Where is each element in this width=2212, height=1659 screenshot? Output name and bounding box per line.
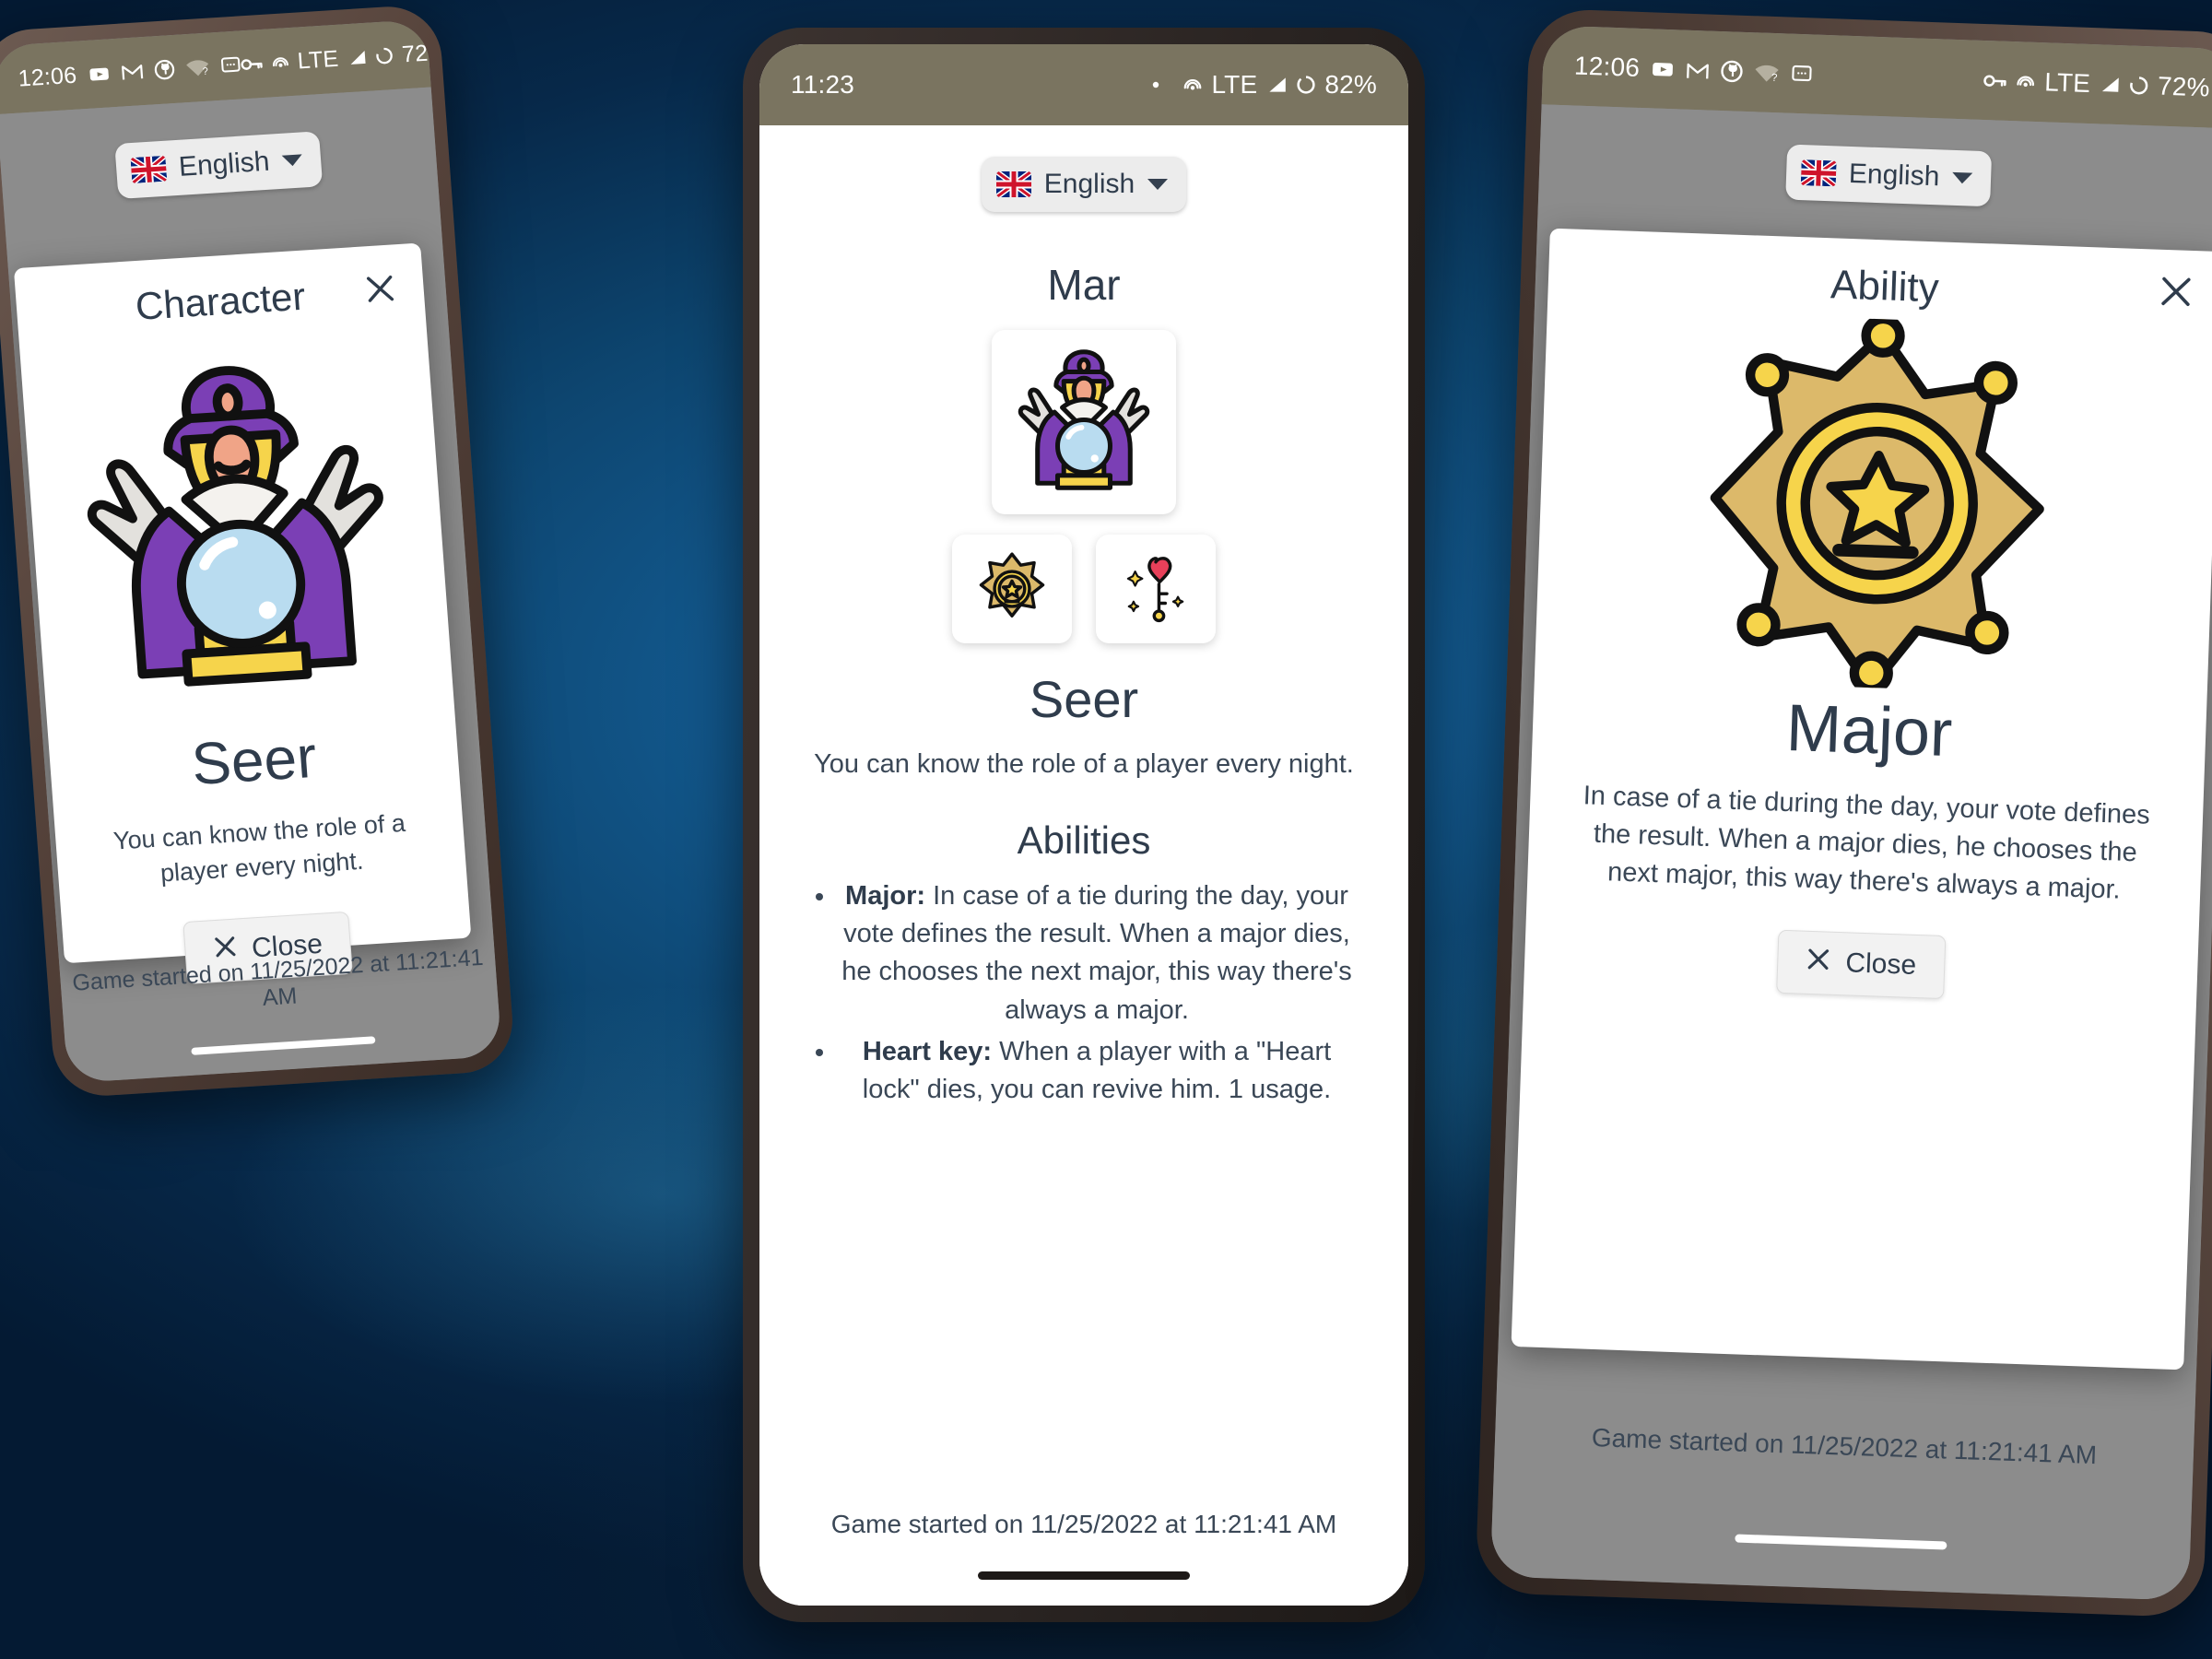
phone-right: 12:06 ? LTE 72% English Ability Major In… xyxy=(1475,7,2212,1618)
close-icon[interactable] xyxy=(356,265,406,313)
phone-left: 12:06 ? LTE 72% English Character Seer Y… xyxy=(0,3,516,1100)
cast-icon xyxy=(2016,72,2037,91)
role-description: You can know the role of a player every … xyxy=(112,808,406,888)
phone-right-screen: 12:06 ? LTE 72% English Ability Major In… xyxy=(1489,25,2212,1601)
svg-text:?: ? xyxy=(1771,72,1778,82)
youtube-icon xyxy=(87,62,111,85)
home-indicator[interactable] xyxy=(191,1036,376,1055)
role-description: You can know the role of a player every … xyxy=(814,749,1354,779)
role-name: Seer xyxy=(189,723,319,798)
ability-dialog: Ability Major In case of a tie during th… xyxy=(1511,228,2212,1371)
vpn-key-icon xyxy=(1983,72,2008,88)
close-icon[interactable] xyxy=(2150,265,2202,317)
sheriff-star-illustration xyxy=(1687,312,2068,695)
ability-tile-heart-key[interactable] xyxy=(1096,535,1216,643)
heart-key-icon xyxy=(1126,557,1184,623)
chat-icon xyxy=(1791,64,1814,84)
status-time: 11:23 xyxy=(791,70,854,99)
list-item: Heart key: When a player with a "Heart l… xyxy=(837,1033,1357,1109)
ability-tile-major[interactable] xyxy=(952,535,1072,643)
page-title: Mar xyxy=(1047,261,1121,309)
chevron-down-icon xyxy=(1952,171,1973,184)
vpn-key-icon xyxy=(240,56,263,72)
ability-name: Heart key: xyxy=(862,1036,993,1066)
phone-center-screen: 11:23 LTE 82% English Mar Seer You can k… xyxy=(759,44,1408,1606)
phone-center: 11:23 LTE 82% English Mar Seer You can k… xyxy=(743,28,1425,1622)
phone-left-screen: 12:06 ? LTE 72% English Character Seer Y… xyxy=(0,18,502,1084)
language-selector[interactable]: English xyxy=(1784,144,1993,207)
signal-icon xyxy=(2099,75,2122,94)
youtube-icon xyxy=(1651,56,1676,81)
language-label: English xyxy=(177,146,271,182)
character-dialog: Character Seer You can know the role of … xyxy=(13,242,472,984)
game-started-note: Game started on 11/25/2022 at 11:21:41 A… xyxy=(1591,1423,2098,1470)
home-indicator[interactable] xyxy=(1735,1534,1947,1550)
status-time: 12:06 xyxy=(1573,51,1641,82)
network-type-label: LTE xyxy=(296,45,340,75)
battery-icon xyxy=(2129,75,2150,96)
battery-percent: 82% xyxy=(1324,70,1377,99)
network-type-label: LTE xyxy=(1211,70,1258,99)
role-image-tile[interactable] xyxy=(992,330,1176,514)
battery-percent: 72% xyxy=(2157,71,2211,102)
signal-icon xyxy=(1265,76,1288,94)
signal-icon xyxy=(347,49,368,66)
chat-icon xyxy=(219,55,241,75)
language-selector[interactable]: English xyxy=(114,131,324,200)
list-item: Major: In case of a tie during the day, … xyxy=(837,877,1357,1030)
close-button-label: Close xyxy=(1844,947,1917,981)
cast-icon xyxy=(270,53,289,71)
github-icon xyxy=(153,59,175,80)
close-button[interactable]: Close xyxy=(1776,929,1947,999)
abilities-list: Major: In case of a tie during the day, … xyxy=(837,877,1357,1109)
seer-illustration xyxy=(49,335,426,724)
wifi-question-icon: ? xyxy=(184,58,209,78)
ability-name: Major: xyxy=(845,881,926,911)
cast-icon xyxy=(1182,76,1203,94)
game-started-note: Game started on 11/25/2022 at 11:21:41 A… xyxy=(830,1510,1337,1538)
role-description: In case of a tie during the day, your vo… xyxy=(1583,781,2151,906)
language-label: English xyxy=(1848,158,1940,193)
dot-icon xyxy=(1150,79,1161,90)
gmail-icon xyxy=(120,62,143,81)
network-type-label: LTE xyxy=(2043,67,2091,98)
wifi-question-icon: ? xyxy=(1754,63,1781,83)
chevron-down-icon xyxy=(1147,179,1169,190)
uk-flag-icon xyxy=(1800,159,1837,187)
close-x-icon xyxy=(1806,946,1831,979)
sheriff-badge-icon xyxy=(979,552,1045,618)
github-icon xyxy=(1721,60,1744,83)
language-label: English xyxy=(1043,169,1135,199)
language-selector[interactable]: English xyxy=(981,157,1187,212)
battery-icon xyxy=(1296,75,1316,95)
role-name: Major xyxy=(1784,690,1954,771)
phone-left-content: English Character Seer You can know the … xyxy=(0,87,502,1084)
dialog-title: Ability xyxy=(1830,262,1940,312)
phone-center-content: English Mar Seer You can know the role o… xyxy=(759,125,1408,1606)
seer-crystal-ball-icon xyxy=(1018,349,1150,490)
status-bar-center: 11:23 LTE 82% xyxy=(759,44,1408,125)
status-time: 12:06 xyxy=(17,62,78,92)
role-name: Seer xyxy=(1029,670,1139,728)
gmail-icon xyxy=(1686,60,1711,80)
chevron-down-icon xyxy=(281,154,303,167)
home-indicator[interactable] xyxy=(978,1571,1190,1580)
uk-flag-icon xyxy=(995,171,1031,197)
svg-text:?: ? xyxy=(202,66,208,77)
battery-icon xyxy=(375,46,394,65)
phone-right-content: English Ability Major In case of a tie d… xyxy=(1489,104,2212,1601)
uk-flag-icon xyxy=(130,155,168,184)
abilities-heading: Abilities xyxy=(1017,818,1151,862)
